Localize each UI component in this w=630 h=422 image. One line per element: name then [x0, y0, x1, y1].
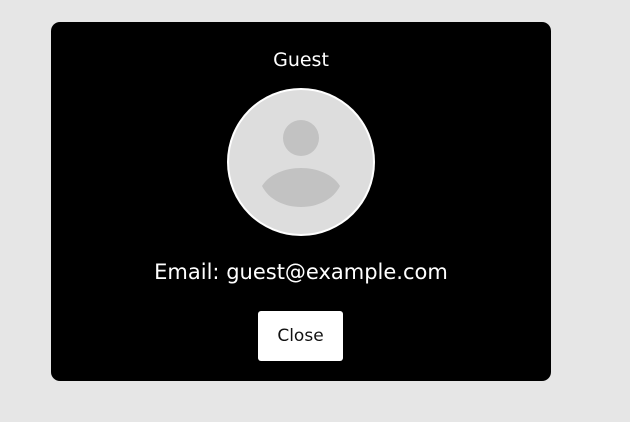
- profile-name-title: Guest: [273, 49, 329, 71]
- user-placeholder-icon: [229, 90, 373, 234]
- email-label: Email:: [154, 260, 220, 284]
- email-value: guest@example.com: [226, 260, 448, 284]
- close-button[interactable]: Close: [258, 311, 343, 361]
- avatar: [227, 88, 375, 236]
- profile-modal: Guest Email: guest@example.com Close: [51, 22, 551, 381]
- email-line: Email: guest@example.com: [51, 262, 551, 283]
